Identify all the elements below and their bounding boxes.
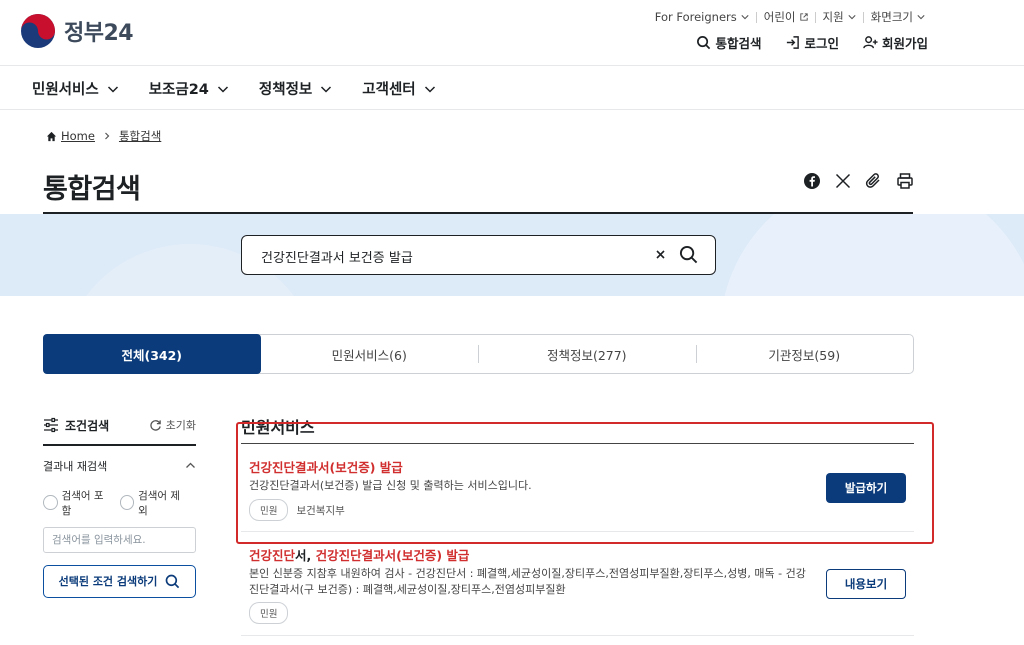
page-title: 통합검색	[43, 174, 141, 205]
chevron-right-icon	[105, 132, 110, 140]
home-icon	[46, 131, 57, 141]
refresh-icon	[149, 419, 161, 431]
chevron-down-icon	[217, 85, 228, 93]
result-meta: 민원 보건복지부	[249, 499, 345, 521]
gnb-item-subsidy[interactable]: 보조금24	[149, 78, 229, 99]
breadcrumb-current-link[interactable]: 통합검색	[119, 128, 161, 144]
kids-link[interactable]: 어린이	[757, 9, 815, 25]
font-size-link[interactable]: 화면크기	[864, 9, 932, 25]
section-title: 민원서비스	[241, 418, 315, 437]
utility-links: For Foreigners 어린이 지원 화면크기	[648, 9, 932, 25]
result-description: 건강진단결과서(보건증) 발급 신청 및 출력하는 서비스입니다.	[249, 479, 532, 492]
chevron-down-icon	[917, 15, 925, 20]
signup-button[interactable]: 회원가입	[863, 33, 928, 52]
user-plus-icon	[863, 36, 878, 49]
x-twitter-icon	[835, 173, 851, 189]
paperclip-icon	[865, 173, 880, 188]
filter-title: 조건검색	[43, 417, 109, 434]
tab-all[interactable]: 전체(342)	[43, 334, 261, 374]
brand-name: 정부24	[64, 21, 134, 46]
gnb-item-policy[interactable]: 정책정보	[259, 78, 332, 99]
result-item: 건강진단결과서(보건증) 발급 건강진단결과서(보건증) 발급 신청 및 출력하…	[241, 444, 914, 532]
breadcrumb: Home 통합검색	[46, 128, 161, 144]
result-tabs: 전체(342) 민원서비스(6) 정책정보(277) 기관정보(59)	[43, 334, 914, 374]
print-button[interactable]	[896, 172, 914, 190]
gnb-item-customer-center[interactable]: 고객센터	[362, 78, 435, 99]
x-share-button[interactable]	[834, 172, 852, 190]
chevron-down-icon	[321, 85, 332, 93]
category-tag: 민원	[249, 602, 289, 624]
exclude-radio[interactable]: 검색어 제외	[119, 488, 189, 518]
issue-button[interactable]: 발급하기	[826, 473, 906, 503]
facebook-icon	[804, 173, 820, 189]
tab-policy[interactable]: 정책정보(277)	[478, 335, 696, 373]
radio-circle-icon	[43, 495, 58, 510]
radio-circle-icon	[119, 495, 135, 510]
search-query-text: 건강진단결과서 보건증 발급	[261, 251, 413, 266]
search-icon	[697, 36, 711, 50]
login-button[interactable]: 로그인	[785, 33, 839, 52]
chevron-down-icon	[424, 85, 435, 93]
view-details-button[interactable]: 내용보기	[826, 569, 906, 599]
tab-agency[interactable]: 기관정보(59)	[695, 335, 914, 373]
chevron-up-icon	[186, 462, 195, 468]
search-input[interactable]: 건강진단결과서 보건증 발급	[241, 235, 716, 275]
result-title[interactable]: 건강진단결과서(보건증) 발급	[249, 457, 403, 476]
result-item: 건강진단서, 건강진단결과서(보건증) 발급 본인 신분증 지참후 내원하여 검…	[241, 532, 914, 636]
member-menu: 통합검색 로그인 회원가입	[672, 33, 928, 52]
reset-button[interactable]: 초기화	[149, 417, 196, 433]
tab-civil-service[interactable]: 민원서비스(6)	[261, 335, 479, 373]
refine-search-header[interactable]: 결과내 재검색	[43, 458, 196, 474]
category-tag: 민원	[249, 499, 289, 521]
site-logo[interactable]: 정부24	[20, 13, 134, 49]
for-foreigners-link[interactable]: For Foreigners	[648, 10, 756, 24]
chevron-down-icon	[741, 15, 749, 20]
gnb-item-civil-service[interactable]: 민원서비스	[32, 78, 119, 99]
search-icon	[166, 574, 180, 588]
chevron-down-icon	[848, 15, 856, 20]
result-meta: 민원	[249, 602, 296, 624]
copy-link-button[interactable]	[865, 172, 883, 190]
search-icon[interactable]	[679, 245, 698, 264]
breadcrumb-home-link[interactable]: Home	[61, 129, 95, 143]
taegeuk-logo-icon	[21, 14, 55, 48]
refine-search-input[interactable]: 검색어를 입력하세요.	[43, 526, 196, 553]
sliders-icon	[44, 417, 58, 433]
result-title[interactable]: 건강진단서, 건강진단결과서(보건증) 발급	[249, 545, 469, 564]
refine-options: 검색어 포함 검색어 제외	[43, 488, 196, 518]
agency-name: 보건복지부	[296, 504, 345, 517]
support-link[interactable]: 지원	[816, 9, 863, 25]
site-header: 정부24 For Foreigners 어린이 지원 화면크기 통합검색 로그인…	[0, 0, 1024, 66]
printer-icon	[897, 173, 913, 189]
close-icon[interactable]	[654, 248, 667, 261]
global-navigation: 민원서비스 보조금24 정책정보 고객센터	[0, 66, 1024, 110]
chevron-down-icon	[107, 85, 118, 93]
external-link-icon	[799, 13, 808, 21]
result-description: 본인 신분증 지참후 내원하여 검사 - 건강진단서 : 폐결핵,세균성이질,장…	[249, 567, 806, 596]
include-radio[interactable]: 검색어 포함	[43, 488, 112, 518]
apply-filter-button[interactable]: 선택된 조건 검색하기	[43, 564, 196, 598]
share-toolbar	[790, 172, 914, 190]
filter-sidebar: 조건검색 초기화 결과내 재검색 검색어 포함 검색어 제외 검색어를 입력하세…	[43, 412, 196, 598]
login-icon	[787, 36, 800, 49]
header-search-button[interactable]: 통합검색	[696, 33, 761, 52]
facebook-share-button[interactable]	[803, 172, 821, 190]
